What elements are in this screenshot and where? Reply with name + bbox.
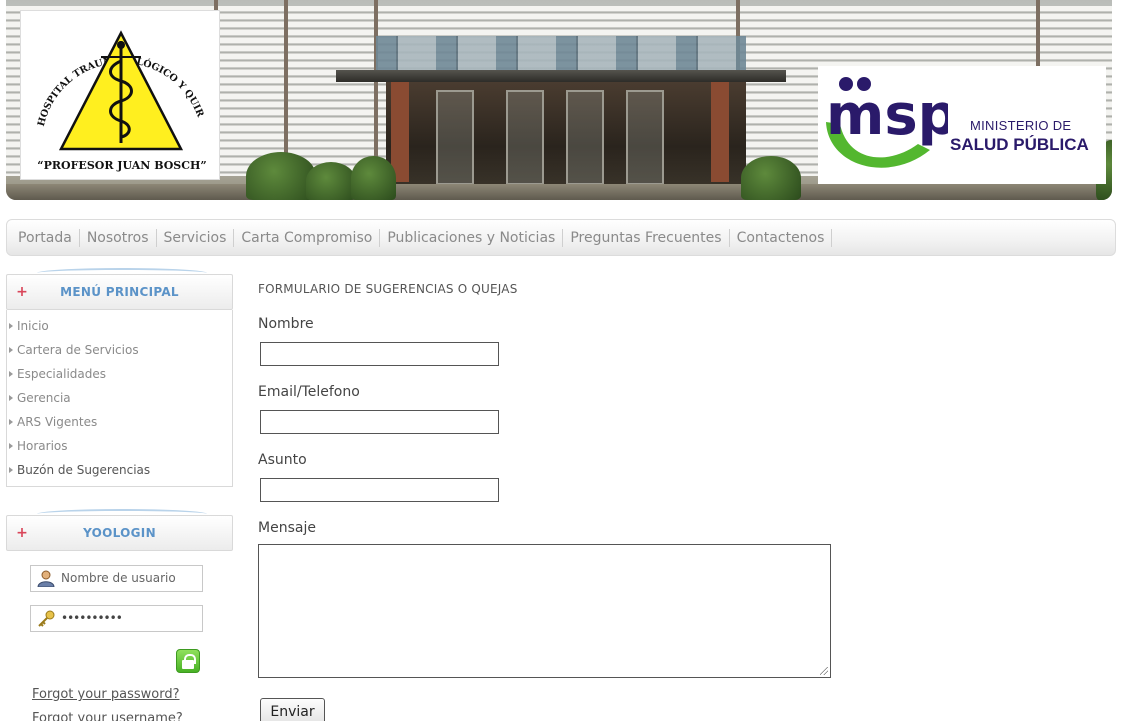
password-input[interactable]: •••••••••• [30,605,203,632]
name-input[interactable] [260,342,499,366]
nav-servicios[interactable]: Servicios [157,228,235,247]
username-placeholder: Nombre de usuario [61,571,176,585]
menu-item-label: Especialidades [17,367,107,381]
message-label: Mensaje [258,520,316,536]
arrow-right-icon [9,443,13,449]
menu-item-label: Gerencia [17,391,71,405]
hospital-name: “PROFESOR JUAN BOSCH” [37,159,207,172]
forgot-username-link[interactable]: Forgot your username? [32,711,183,721]
contact-label: Email/Telefono [258,384,360,400]
menu-item-especialidades[interactable]: Especialidades [9,362,232,386]
nav-portada[interactable]: Portada [11,228,80,247]
arrow-right-icon [9,467,13,473]
main-menu-header: + MENÚ PRINCIPAL [6,268,233,310]
menu-item-inicio[interactable]: Inicio [9,314,232,338]
ministry-line1: MINISTERIO DE [970,118,1072,133]
username-input[interactable]: Nombre de usuario [30,565,203,592]
resize-grip-icon[interactable] [820,667,828,675]
facade-column [374,0,378,175]
ministry-logo: msp MINISTERIO DE SALUD PÚBLICA [818,66,1106,184]
header-banner: HOSPITAL TRAUMATOLÓGICO Y QUIRÚRGICO “PR… [6,0,1112,200]
main-menu-body: Inicio Cartera de Servicios Especialidad… [6,310,233,487]
login-module: + YOOLOGIN Nombre de usuario •••••••••• … [6,507,233,721]
glass-door [436,90,474,185]
user-icon [37,570,55,587]
shrub [351,156,396,200]
msp-letters: msp [826,83,948,148]
email-phone-input[interactable] [260,410,499,434]
suggestion-form: FORMULARIO DE SUGERENCIAS O QUEJAS Nombr… [258,282,831,721]
arrow-right-icon [9,371,13,377]
arrow-right-icon [9,395,13,401]
menu-item-cartera[interactable]: Cartera de Servicios [9,338,232,362]
nav-publicaciones[interactable]: Publicaciones y Noticias [380,228,564,247]
menu-item-label: ARS Vigentes [17,415,98,429]
arrow-right-icon [9,347,13,353]
nav-preguntas-frecuentes[interactable]: Preguntas Frecuentes [563,228,730,247]
login-lock-button[interactable] [176,649,200,673]
menu-item-label: Inicio [17,319,49,333]
form-title: FORMULARIO DE SUGERENCIAS O QUEJAS [258,282,518,296]
nav-contactenos[interactable]: Contactenos [730,228,833,247]
login-title: YOOLOGIN [83,526,156,540]
top-navigation: Portada Nosotros Servicios Carta Comprom… [6,219,1116,256]
submit-button[interactable]: Enviar [260,698,325,721]
menu-item-buzon[interactable]: Buzón de Sugerencias [9,458,232,482]
menu-item-horarios[interactable]: Horarios [9,434,232,458]
password-value: •••••••••• [61,611,123,625]
nav-carta-compromiso[interactable]: Carta Compromiso [234,228,381,247]
menu-item-gerencia[interactable]: Gerencia [9,386,232,410]
shrub [306,162,356,200]
forgot-password-link[interactable]: Forgot your password? [32,687,180,702]
arrow-right-icon [9,419,13,425]
brick-pillar [391,82,409,182]
message-textarea[interactable] [258,544,831,678]
subject-label: Asunto [258,452,307,468]
ground [6,184,1112,200]
shrub [741,156,801,200]
name-label: Nombre [258,316,314,332]
glass-door [626,90,664,185]
entrance-canopy [336,70,786,82]
hospital-logo: HOSPITAL TRAUMATOLÓGICO Y QUIRÚRGICO “PR… [20,10,220,180]
glass-door [506,90,544,185]
main-menu-title: MENÚ PRINCIPAL [60,285,179,299]
msp-emblem-icon: msp [826,77,958,168]
menu-item-label: Horarios [17,439,68,453]
main-menu-module: + MENÚ PRINCIPAL Inicio Cartera de Servi… [6,266,233,487]
login-header: + YOOLOGIN [6,509,233,551]
facade-column [284,0,288,175]
menu-item-ars[interactable]: ARS Vigentes [9,410,232,434]
login-body: Nombre de usuario •••••••••• Forgot your… [6,551,233,721]
nav-nosotros[interactable]: Nosotros [80,228,157,247]
hospital-emblem-icon: HOSPITAL TRAUMATOLÓGICO Y QUIRÚRGICO [21,11,206,151]
arrow-right-icon [9,323,13,329]
subject-input[interactable] [260,478,499,502]
brick-pillar [711,82,729,182]
ministry-line2: SALUD PÚBLICA [950,135,1089,154]
menu-item-label: Buzón de Sugerencias [17,463,151,477]
key-icon [38,610,55,627]
glass-door [566,90,604,185]
menu-item-label: Cartera de Servicios [17,343,139,357]
